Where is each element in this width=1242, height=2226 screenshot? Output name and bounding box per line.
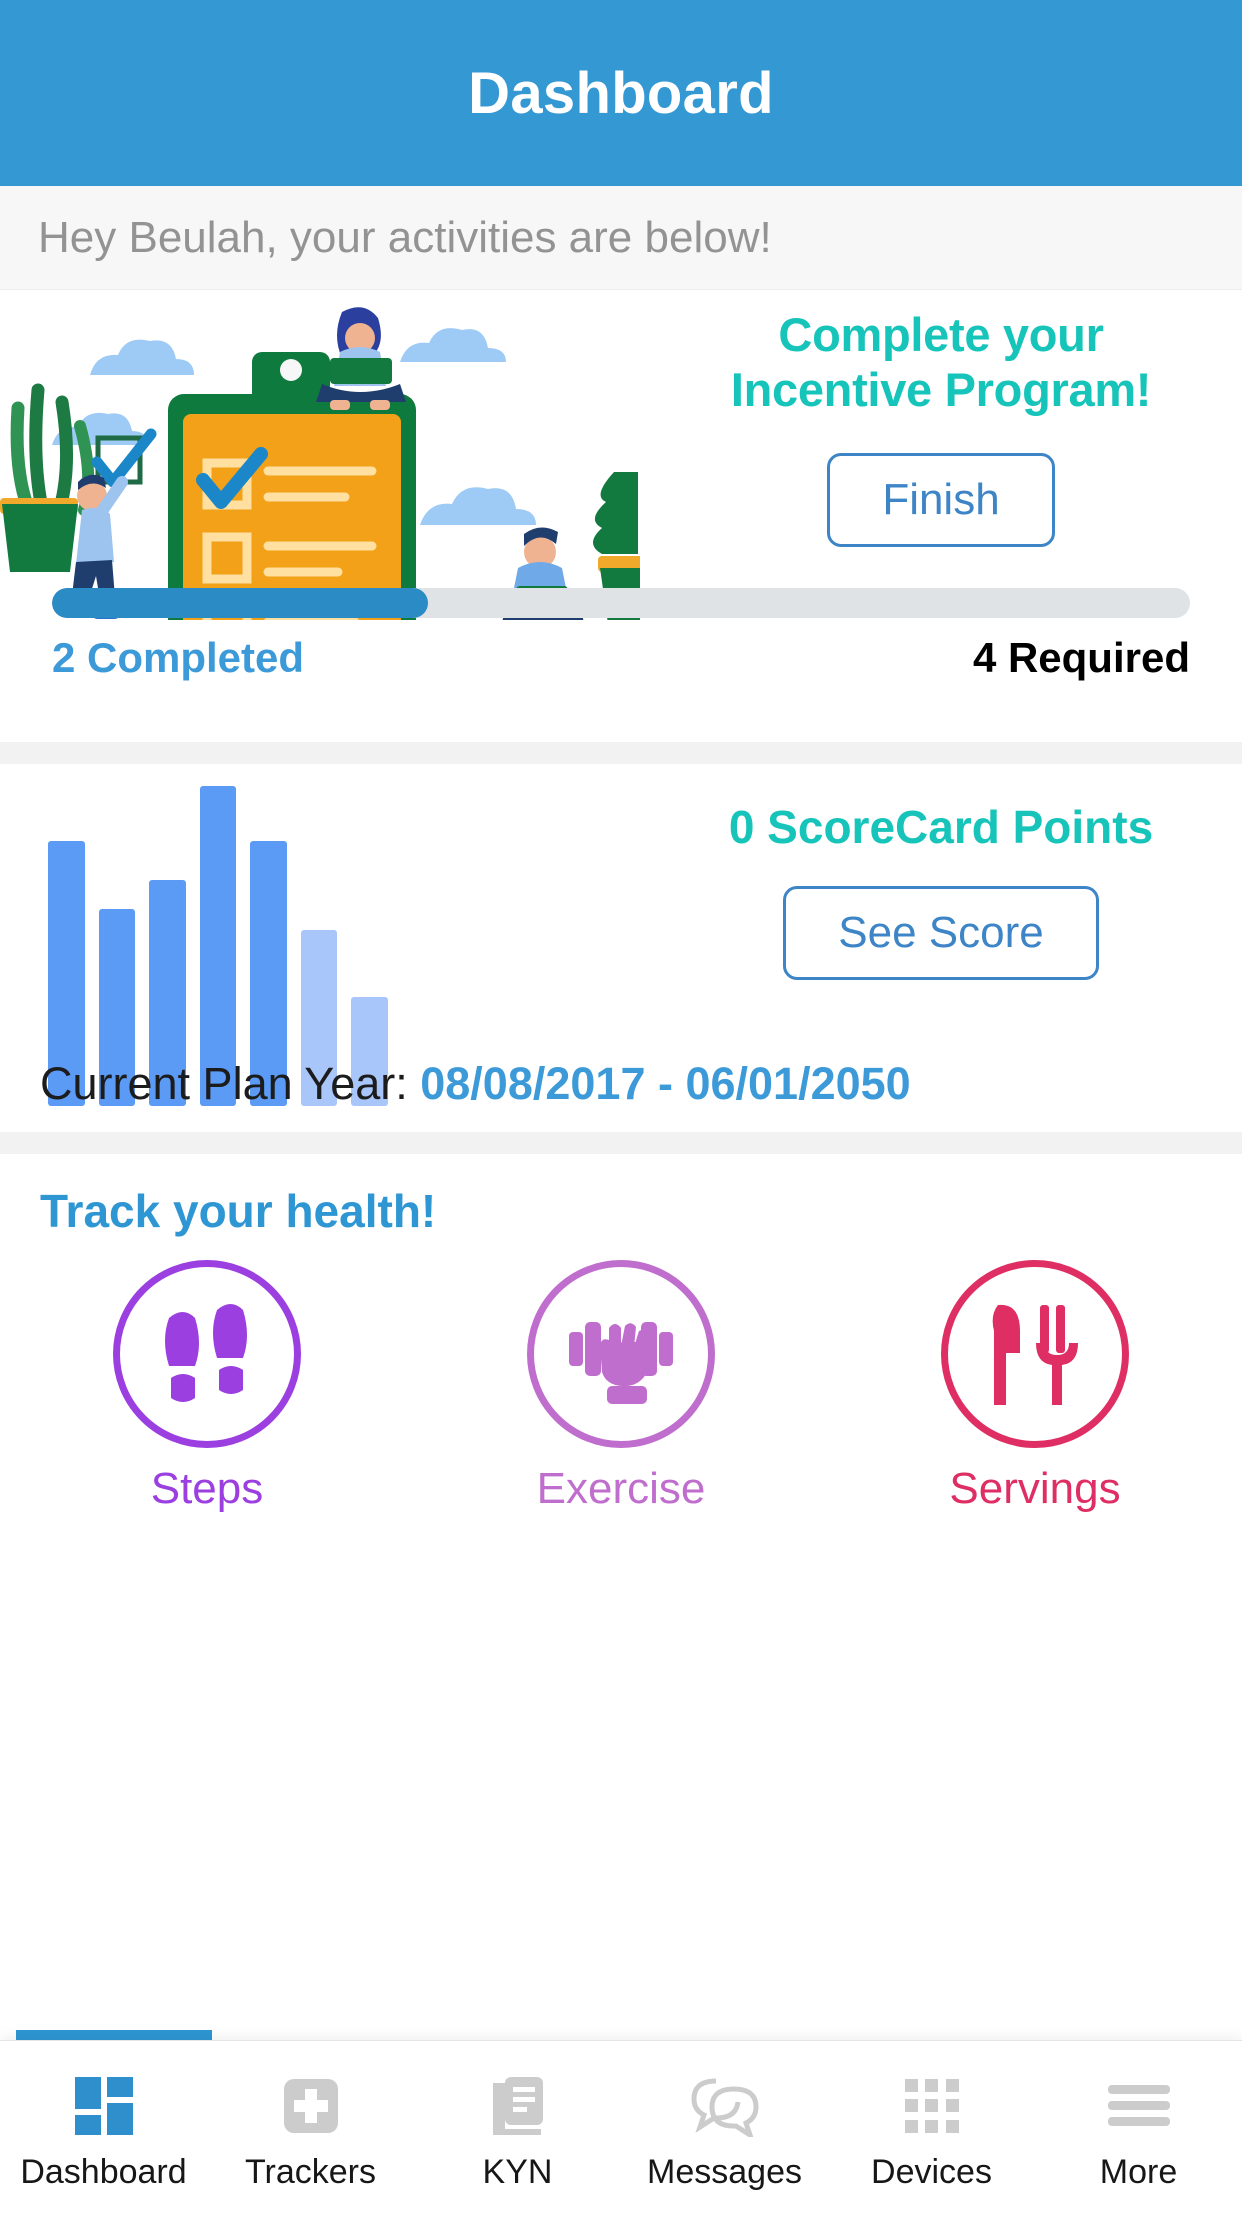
greeting-text: Hey Beulah, your activities are below!	[38, 212, 772, 262]
plan-year-range: 08/08/2017 - 06/01/2050	[420, 1058, 911, 1109]
tab-dashboard[interactable]: Dashboard	[0, 2041, 207, 2226]
tracker-exercise[interactable]: Exercise	[414, 1260, 828, 1514]
page-title: Dashboard	[468, 60, 774, 126]
see-score-button[interactable]: See Score	[783, 886, 1099, 980]
incentive-program-card: Complete your Incentive Program! Finish …	[0, 290, 1242, 742]
tab-messages[interactable]: Messages	[621, 2041, 828, 2226]
document-icon	[487, 2075, 549, 2137]
incentive-progress: 2 Completed 4 Required	[0, 588, 1242, 682]
fork-knife-icon	[992, 1304, 1078, 1405]
scorecard-card: 0 ScoreCard Points See Score Current Pla…	[0, 764, 1242, 1132]
tab-label-messages: Messages	[647, 2153, 802, 2191]
incentive-title-line2: Incentive Program!	[730, 362, 1152, 416]
tab-label-kyn: KYN	[482, 2153, 553, 2191]
plan-year: Current Plan Year: 08/08/2017 - 06/01/20…	[40, 1058, 911, 1110]
tab-label-more: More	[1099, 2153, 1178, 2191]
section-divider-2	[0, 1132, 1242, 1154]
servings-circle	[941, 1260, 1129, 1448]
incentive-copy: Complete your Incentive Program! Finish	[640, 308, 1242, 548]
footprints-icon	[165, 1304, 247, 1402]
tab-label-dashboard: Dashboard	[20, 2153, 187, 2191]
tab-label-trackers: Trackers	[245, 2153, 376, 2191]
steps-label: Steps	[150, 1464, 264, 1513]
tab-trackers[interactable]: Trackers	[207, 2041, 414, 2226]
finish-button[interactable]: Finish	[827, 453, 1055, 548]
incentive-illustration	[0, 307, 640, 620]
bottom-navigation: Dashboard Trackers KYN Messages Devices …	[0, 2040, 1242, 2226]
tab-devices[interactable]: Devices	[828, 2041, 1035, 2226]
incentive-title-line1: Complete your	[778, 308, 1104, 361]
medical-cross-icon	[280, 2075, 342, 2137]
hamburger-icon	[1106, 2075, 1172, 2137]
servings-label: Servings	[949, 1464, 1121, 1513]
dot-grid-icon	[903, 2075, 961, 2137]
completed-count: 2 Completed	[52, 634, 305, 681]
scorecard-copy: 0 ScoreCard Points See Score	[640, 800, 1242, 980]
steps-circle	[113, 1260, 301, 1448]
exercise-label: Exercise	[536, 1464, 706, 1513]
tracker-servings[interactable]: Servings	[828, 1260, 1242, 1514]
exercise-circle	[527, 1260, 715, 1448]
app-header: Dashboard	[0, 0, 1242, 186]
chat-bubbles-icon	[690, 2075, 760, 2137]
progress-track	[52, 588, 1190, 618]
greeting-banner: Hey Beulah, your activities are below!	[0, 186, 1242, 290]
required-count: 4 Required	[972, 634, 1190, 681]
tab-label-devices: Devices	[871, 2153, 992, 2191]
section-divider	[0, 742, 1242, 764]
tab-kyn[interactable]: KYN	[414, 2041, 621, 2226]
tab-more[interactable]: More	[1035, 2041, 1242, 2226]
track-health-section: Track your health! Steps Exercise Servin…	[0, 1154, 1242, 1513]
track-health-title: Track your health!	[40, 1185, 437, 1237]
plan-year-label: Current Plan Year:	[40, 1058, 421, 1109]
tracker-steps[interactable]: Steps	[0, 1260, 414, 1514]
progress-fill	[52, 588, 428, 618]
grid-dashboard-icon	[73, 2075, 135, 2137]
dumbbell-hand-icon	[569, 1322, 673, 1404]
scorecard-points: 0 ScoreCard Points	[728, 801, 1154, 853]
